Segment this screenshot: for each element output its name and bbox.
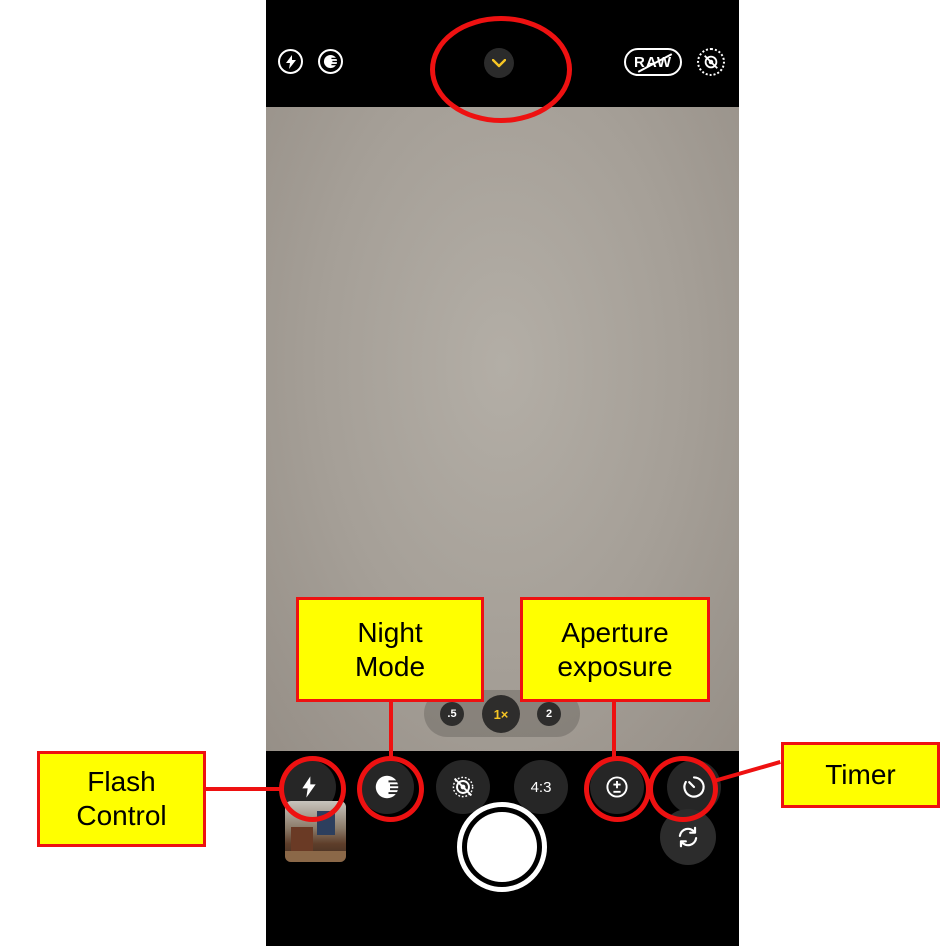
zoom-2x-button[interactable]: 2	[537, 702, 561, 726]
night-mode-callout: Night Mode	[296, 597, 484, 702]
callout-line: Control	[76, 800, 167, 831]
live-photo-off-icon	[452, 776, 474, 798]
annotation-ring-night	[357, 756, 424, 822]
flash-icon[interactable]	[278, 49, 303, 74]
leader-exposure	[612, 701, 616, 757]
callout-line: Flash	[87, 766, 156, 797]
callout-line: exposure	[557, 650, 673, 682]
annotation-ring-flash	[279, 756, 346, 822]
leader-night	[389, 701, 393, 757]
aperture-exposure-callout: Aperture exposure	[520, 597, 710, 702]
raw-button[interactable]: RAW	[624, 48, 682, 76]
annotation-ring-exposure	[584, 756, 651, 822]
callout-line: Mode	[354, 650, 426, 682]
shutter-inner	[467, 812, 537, 882]
camera-flip-icon	[678, 826, 698, 848]
thumb-detail	[291, 827, 313, 853]
timer-callout: Timer	[781, 742, 940, 808]
zoom-1x-button[interactable]: 1×	[482, 695, 520, 733]
flash-control-callout: Flash Control	[37, 751, 206, 847]
live-photo-off-icon[interactable]	[697, 48, 725, 76]
leader-flash	[204, 787, 280, 791]
shutter-button[interactable]	[457, 802, 547, 892]
callout-line: Aperture	[561, 616, 669, 648]
annotation-ring-timer	[648, 756, 718, 822]
thumb-detail	[285, 851, 346, 862]
night-mode-icon[interactable]	[318, 49, 343, 74]
callout-line: Night	[357, 616, 423, 648]
zoom-0-5-button[interactable]: .5	[440, 702, 464, 726]
annotation-ring-chevron	[430, 16, 572, 123]
